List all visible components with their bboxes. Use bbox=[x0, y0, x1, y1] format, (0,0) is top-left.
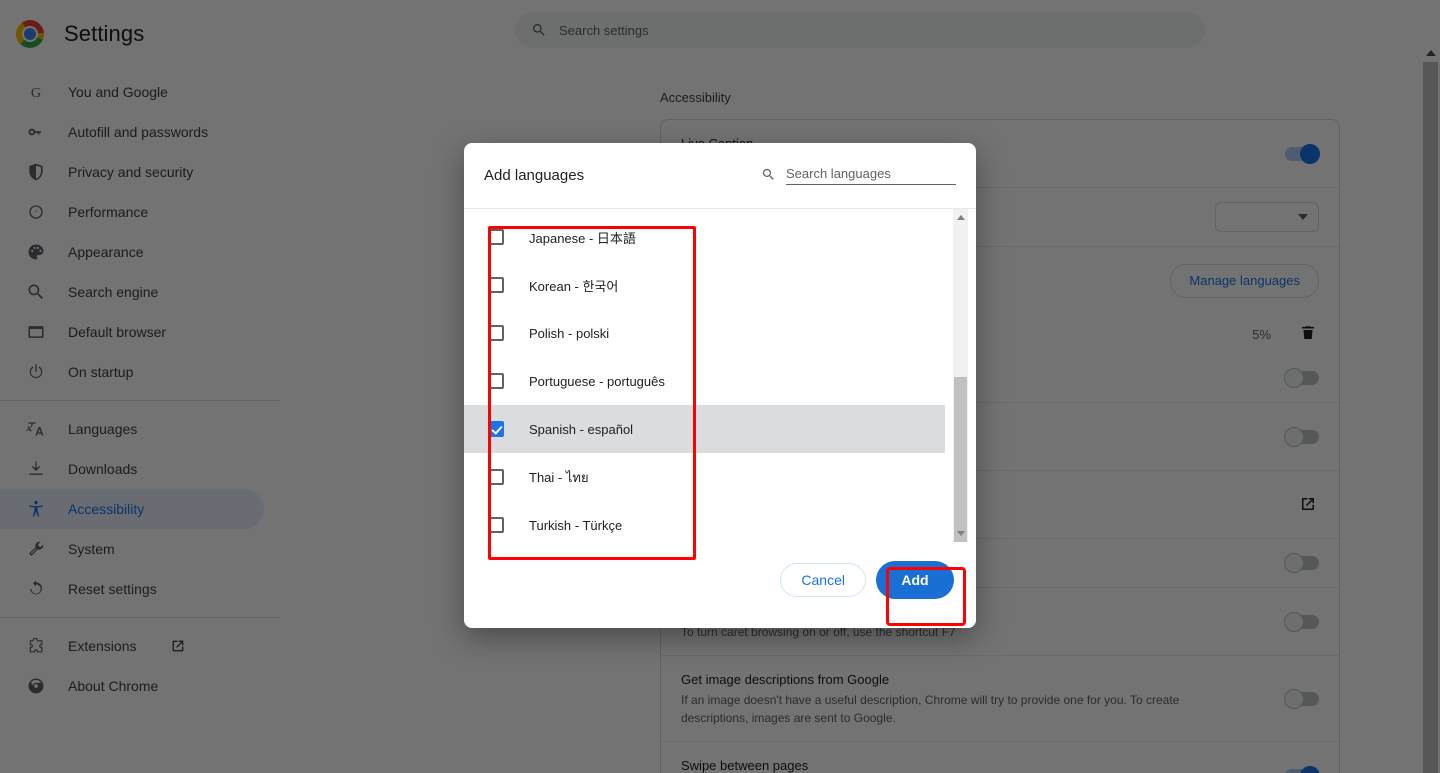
language-checkbox[interactable] bbox=[488, 229, 504, 245]
search-languages-input[interactable]: Search languages bbox=[761, 166, 956, 185]
dialog-header: Add languages Search languages bbox=[464, 143, 976, 209]
list-item[interactable]: Thai - ไทย bbox=[464, 453, 945, 501]
language-checkbox[interactable] bbox=[488, 277, 504, 293]
dialog-footer: Cancel Add bbox=[464, 542, 976, 628]
language-label: Thai - ไทย bbox=[529, 469, 589, 485]
language-list-scrollbar[interactable] bbox=[953, 209, 968, 542]
language-checkbox[interactable] bbox=[488, 325, 504, 341]
language-list-scrollbar-thumb[interactable] bbox=[954, 377, 967, 542]
language-label: Polish - polski bbox=[529, 325, 610, 341]
dialog-body: Japanese - 日本語 Korean - 한국어 Polish - pol… bbox=[464, 209, 976, 542]
language-checkbox[interactable] bbox=[488, 373, 504, 389]
list-item[interactable]: Polish - polski bbox=[464, 309, 945, 357]
add-button[interactable]: Add bbox=[876, 561, 954, 599]
scroll-up-arrow-icon[interactable] bbox=[956, 215, 965, 220]
add-languages-dialog: Add languages Search languages Japanese … bbox=[464, 143, 976, 628]
language-label: Portuguese - português bbox=[529, 373, 665, 389]
language-checkbox[interactable] bbox=[488, 517, 504, 533]
list-item[interactable]: Portuguese - português bbox=[464, 357, 945, 405]
language-list: Japanese - 日本語 Korean - 한국어 Polish - pol… bbox=[464, 209, 945, 542]
language-label: Turkish - Türkçe bbox=[529, 517, 623, 533]
scroll-down-arrow-icon[interactable] bbox=[956, 531, 965, 536]
cancel-button[interactable]: Cancel bbox=[780, 563, 866, 597]
list-item[interactable]: Japanese - 日本語 bbox=[464, 213, 945, 261]
language-checkbox-checked[interactable] bbox=[488, 421, 504, 437]
search-languages-placeholder: Search languages bbox=[786, 166, 956, 185]
dialog-title: Add languages bbox=[484, 167, 585, 184]
list-item-selected[interactable]: Spanish - español bbox=[464, 405, 945, 453]
list-item[interactable]: Korean - 한국어 bbox=[464, 261, 945, 309]
language-label: Korean - 한국어 bbox=[529, 278, 619, 294]
language-checkbox[interactable] bbox=[488, 469, 504, 485]
language-label: Spanish - español bbox=[529, 421, 634, 437]
search-icon bbox=[762, 168, 774, 180]
app-root: Settings G You and Google Autofill and p… bbox=[0, 0, 1440, 773]
language-label: Japanese - 日本語 bbox=[529, 230, 636, 246]
list-item[interactable]: Turkish - Türkçe bbox=[464, 501, 945, 542]
